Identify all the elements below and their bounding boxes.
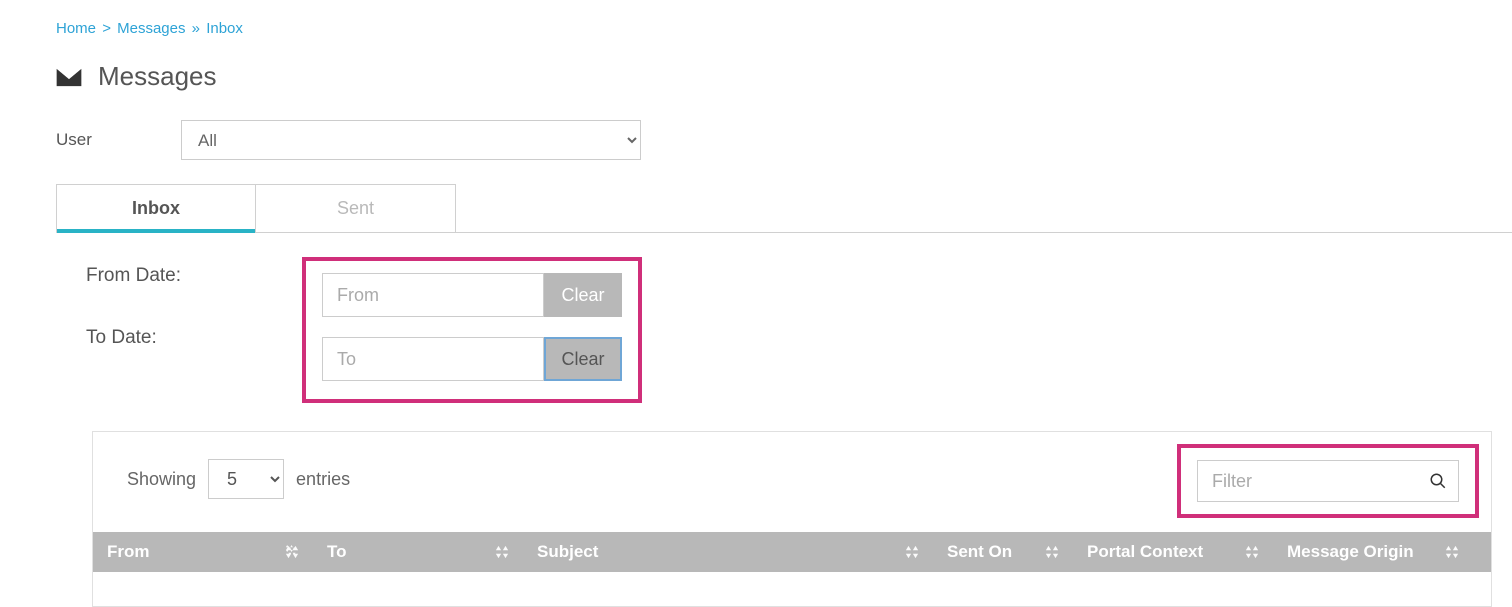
breadcrumb-inbox[interactable]: Inbox (206, 20, 243, 37)
page-size-select[interactable]: 5 (208, 459, 284, 499)
date-filter-section: From Date: To Date: Clear Clear (86, 251, 1512, 403)
breadcrumb: Home > Messages » Inbox (56, 20, 1512, 37)
breadcrumb-sep: > (100, 20, 113, 37)
table-body-empty (93, 572, 1491, 606)
user-filter-row: User All (56, 120, 1512, 160)
to-date-label: To Date: (86, 327, 314, 389)
table-header: From To Subject Sent On Portal Context (93, 532, 1491, 572)
page-title-row: Messages (56, 61, 1512, 92)
column-label: Message Origin (1287, 542, 1414, 562)
breadcrumb-messages[interactable]: Messages (117, 20, 185, 37)
column-label: Subject (537, 542, 598, 562)
column-label: Portal Context (1087, 542, 1203, 562)
from-date-label: From Date: (86, 265, 314, 327)
user-filter-label: User (56, 130, 181, 150)
column-header-to[interactable]: To (313, 532, 523, 572)
breadcrumb-home[interactable]: Home (56, 20, 96, 37)
showing-prefix: Showing (127, 469, 196, 490)
table-controls: Showing 5 entries (93, 432, 1491, 532)
filter-highlight (1177, 444, 1479, 518)
user-filter-select[interactable]: All (181, 120, 641, 160)
messages-table-wrapper: Showing 5 entries (92, 431, 1492, 607)
filter-box (1197, 460, 1459, 502)
search-icon (1429, 472, 1447, 490)
column-header-subject[interactable]: Subject (523, 532, 933, 572)
mail-icon (56, 67, 82, 87)
to-date-clear-button[interactable]: Clear (544, 337, 622, 381)
column-label: From (107, 542, 150, 562)
tab-inbox[interactable]: Inbox (56, 184, 256, 232)
column-header-portal-context[interactable]: Portal Context (1073, 532, 1273, 572)
column-label: Sent On (947, 542, 1012, 562)
column-label: To (327, 542, 347, 562)
to-date-input[interactable] (322, 337, 544, 381)
sort-icon (495, 544, 509, 560)
sort-icon (1245, 544, 1259, 560)
filter-input[interactable] (1197, 460, 1459, 502)
column-header-message-origin[interactable]: Message Origin (1273, 532, 1473, 572)
sort-icon (905, 544, 919, 560)
date-filter-highlight: Clear Clear (302, 257, 642, 403)
column-header-sent-on[interactable]: Sent On (933, 532, 1073, 572)
sort-icon (1445, 544, 1459, 560)
column-header-from[interactable]: From (93, 532, 313, 572)
showing-suffix: entries (296, 469, 350, 490)
from-date-clear-button[interactable]: Clear (544, 273, 622, 317)
breadcrumb-sep: » (190, 20, 202, 37)
page-title: Messages (98, 61, 217, 92)
sort-icon (1045, 544, 1059, 560)
message-tabs: Inbox Sent (56, 184, 1512, 233)
entries-per-page: Showing 5 entries (127, 459, 350, 499)
from-date-input[interactable] (322, 273, 544, 317)
sort-icon (285, 544, 299, 560)
tab-sent[interactable]: Sent (256, 184, 456, 232)
